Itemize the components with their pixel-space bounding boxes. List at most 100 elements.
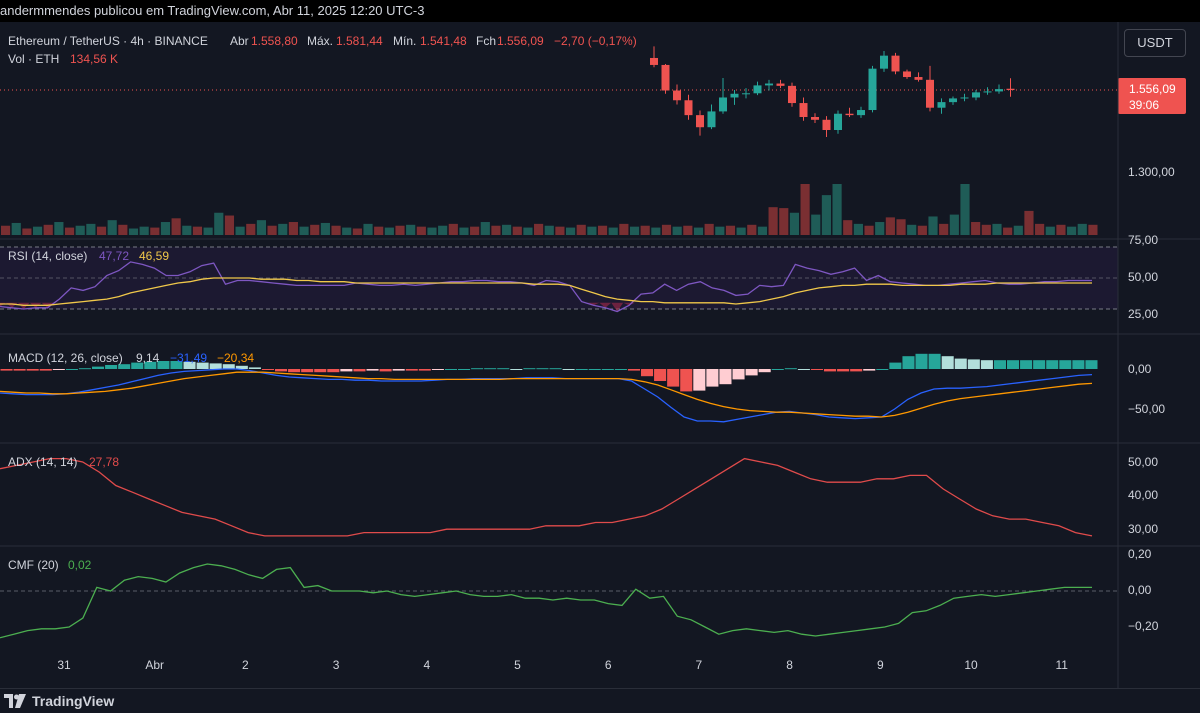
volume-bar bbox=[565, 227, 576, 235]
volume-bar bbox=[22, 228, 32, 235]
volume-bar bbox=[576, 224, 586, 235]
time-axis-label: 11 bbox=[1055, 658, 1068, 672]
time-axis-label: 9 bbox=[877, 658, 884, 672]
volume-bar bbox=[214, 212, 224, 235]
candle-body bbox=[949, 98, 957, 103]
volume-bar bbox=[693, 227, 704, 235]
macd-line bbox=[0, 368, 1093, 423]
time-axis-label: 10 bbox=[964, 658, 978, 672]
volume-bar bbox=[203, 227, 213, 235]
adx-value: 27,78 bbox=[89, 455, 119, 469]
macd-hist-bar bbox=[327, 369, 340, 373]
volume-bar bbox=[960, 184, 970, 235]
volume-bar bbox=[267, 225, 277, 235]
macd-value: −31,49 bbox=[170, 351, 207, 365]
candle-body bbox=[914, 77, 923, 80]
macd-hist-bar bbox=[418, 369, 431, 371]
macd-hist-bar bbox=[824, 369, 837, 372]
candle-body bbox=[857, 110, 865, 116]
macd-hist-bar bbox=[0, 369, 13, 371]
volume-bar bbox=[619, 223, 629, 235]
time-axis-label: 3 bbox=[333, 658, 340, 672]
time-axis-label: 6 bbox=[605, 658, 612, 672]
volume-bar bbox=[438, 225, 448, 235]
macd-tick-0: 0,00 bbox=[1128, 362, 1152, 376]
volume-bar bbox=[736, 227, 746, 235]
macd-hist-bar bbox=[314, 369, 327, 373]
price-badge-countdown: 39:06 bbox=[1129, 98, 1159, 112]
macd-hist-bar bbox=[431, 369, 444, 370]
macd-hist-bar bbox=[65, 369, 78, 370]
macd-hist-bar bbox=[575, 369, 588, 370]
macd-tick-50: −50,00 bbox=[1128, 402, 1165, 416]
volume-bar bbox=[555, 226, 565, 235]
volume-bar bbox=[43, 224, 53, 235]
volume-bar bbox=[715, 226, 725, 235]
macd-hist-bar bbox=[889, 362, 902, 369]
candle-body bbox=[903, 71, 911, 78]
candle-body bbox=[650, 57, 658, 65]
macd-hist-bar bbox=[902, 356, 915, 369]
candle-body bbox=[742, 93, 750, 95]
volume-bar bbox=[288, 222, 298, 235]
adx-line bbox=[0, 457, 1093, 537]
macd-hist-bar bbox=[497, 368, 510, 370]
adx-tick-40: 40,00 bbox=[1128, 488, 1158, 502]
candle-body bbox=[868, 68, 877, 111]
volume-bar bbox=[32, 226, 43, 235]
candle-body bbox=[730, 93, 739, 98]
volume-bar bbox=[512, 226, 522, 235]
volume-bar bbox=[768, 207, 778, 235]
macd-hist-bar bbox=[837, 369, 850, 372]
adx-pane: ADX (14, 14) 27,78 50,00 40,00 30,00 bbox=[0, 455, 1158, 537]
macd-hist-bar bbox=[980, 360, 993, 369]
currency-button[interactable]: USDT bbox=[1124, 29, 1186, 57]
volume-bar bbox=[246, 223, 256, 235]
time-axis-label: 5 bbox=[514, 658, 521, 672]
volume-bar bbox=[587, 226, 597, 235]
volume-bar bbox=[939, 223, 949, 235]
volume-bar bbox=[779, 208, 789, 235]
macd-hist-bar bbox=[967, 359, 980, 369]
volume-bar bbox=[128, 228, 139, 235]
macd-hist-bar bbox=[745, 369, 758, 376]
macd-hist-bar bbox=[366, 369, 379, 371]
candle-body bbox=[983, 91, 992, 93]
tradingview-logo[interactable]: TradingView bbox=[4, 693, 114, 709]
volume-bar bbox=[949, 214, 959, 235]
candle-body bbox=[788, 85, 796, 104]
volume-bar bbox=[544, 225, 554, 235]
macd-hist-bar bbox=[92, 366, 105, 369]
volume-bar bbox=[299, 226, 309, 235]
macd-hist-bar bbox=[379, 369, 392, 372]
volume-label: Vol · ETH bbox=[8, 52, 59, 66]
macd-hist-bar bbox=[26, 369, 39, 371]
adx-tick-30: 30,00 bbox=[1128, 522, 1158, 536]
volume-bar bbox=[491, 225, 501, 235]
macd-hist-bar bbox=[105, 365, 118, 369]
macd-pane: MACD (12, 26, close) 9,14 −31,49 −20,34 … bbox=[0, 351, 1165, 423]
close-value: 1.556,09 bbox=[497, 34, 544, 48]
volume-bar bbox=[331, 225, 341, 235]
volume-bar bbox=[342, 227, 352, 235]
candle-body bbox=[707, 111, 716, 128]
volume-bar bbox=[427, 227, 437, 235]
macd-hist-bar bbox=[444, 369, 457, 370]
cmf-tick-neg020: −0,20 bbox=[1128, 619, 1159, 633]
volume-bar bbox=[885, 217, 895, 235]
macd-hist-bar bbox=[301, 369, 314, 373]
volume-value: 134,56 K bbox=[70, 52, 118, 66]
volume-bar bbox=[502, 224, 512, 235]
volume-bar bbox=[651, 227, 661, 235]
macd-hist-bar bbox=[928, 353, 941, 369]
high-value: 1.581,44 bbox=[336, 34, 383, 48]
macd-hist-bar bbox=[693, 369, 706, 391]
cmf-title: CMF (20) bbox=[8, 558, 59, 572]
volume-bar bbox=[224, 215, 235, 235]
volume-bar bbox=[896, 219, 906, 235]
volume-bar bbox=[523, 227, 533, 235]
open-value: 1.558,80 bbox=[251, 34, 298, 48]
chart-canvas[interactable]: Ethereum / TetherUS · 4h · BINANCE Abr 1… bbox=[0, 22, 1200, 688]
macd-hist-bar bbox=[784, 368, 797, 370]
candle-body bbox=[937, 102, 946, 108]
